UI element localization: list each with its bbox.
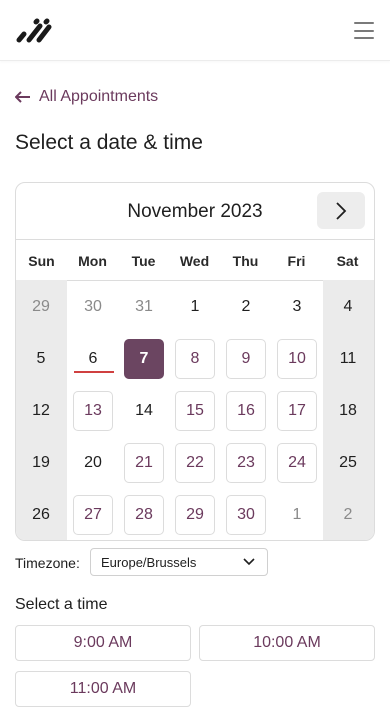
date-cell: 19 <box>32 454 50 471</box>
next-month-button[interactable] <box>317 192 365 229</box>
brand-logo-icon[interactable] <box>15 18 53 44</box>
page-title: Select a date & time <box>15 131 203 154</box>
date-cell[interactable]: 23 <box>226 443 266 483</box>
date-cell: 25 <box>339 454 357 471</box>
weekday-wed: Wed <box>179 253 210 269</box>
weekday-fri: Fri <box>287 253 306 269</box>
timezone-label: Timezone: <box>15 555 80 571</box>
hamburger-menu-icon[interactable] <box>354 22 374 39</box>
date-cell: 14 <box>135 402 153 419</box>
date-cell[interactable]: 8 <box>175 339 215 379</box>
weekday-header-row: Sun Mon Tue Wed Thu Fri Sat <box>16 240 374 281</box>
weekday-thu: Thu <box>232 253 259 269</box>
date-cell: 31 <box>135 298 153 315</box>
time-slot-11am[interactable]: 11:00 AM <box>15 671 191 707</box>
date-cell[interactable]: 27 <box>73 495 113 535</box>
chevron-down-icon <box>243 558 255 566</box>
date-cell: 2 <box>241 298 251 315</box>
time-section-label: Select a time <box>15 596 108 613</box>
date-cell[interactable]: 9 <box>226 339 266 379</box>
date-cell[interactable]: 10 <box>277 339 317 379</box>
weekday-sun: Sun <box>28 253 55 269</box>
top-bar <box>0 0 390 61</box>
time-slot-10am[interactable]: 10:00 AM <box>199 625 375 661</box>
date-cell: 26 <box>32 506 50 523</box>
date-cell: 5 <box>36 350 46 367</box>
weekday-sat: Sat <box>336 253 359 269</box>
date-cell: 29 <box>32 298 50 315</box>
date-cell[interactable]: 16 <box>226 391 266 431</box>
date-cell[interactable]: 15 <box>175 391 215 431</box>
weekday-mon: Mon <box>78 253 107 269</box>
date-cell[interactable]: 22 <box>175 443 215 483</box>
calendar: November 2023 Sun Mon Tue Wed Thu Fri Sat 29 30… <box>15 182 375 541</box>
date-cell: 1 <box>190 298 200 315</box>
date-cell: 18 <box>339 402 357 419</box>
date-cell[interactable]: 24 <box>277 443 317 483</box>
date-cell: 11 <box>339 350 357 367</box>
weekday-tue: Tue <box>131 253 156 269</box>
selected-date-cell[interactable]: 7 <box>124 339 164 379</box>
date-cell: 20 <box>84 454 102 471</box>
date-cell: 4 <box>343 298 353 315</box>
date-cell: 1 <box>292 506 302 523</box>
date-cell[interactable]: 21 <box>124 443 164 483</box>
timezone-value: Europe/Brussels <box>101 554 197 570</box>
date-cell[interactable]: 13 <box>73 391 113 431</box>
date-cell[interactable]: 17 <box>277 391 317 431</box>
date-cell: 12 <box>32 402 50 419</box>
arrow-left-icon <box>15 91 30 103</box>
date-cell: 3 <box>292 298 302 315</box>
date-cell: 30 <box>84 298 102 315</box>
today-marker <box>74 371 114 373</box>
time-slot-9am[interactable]: 9:00 AM <box>15 625 191 661</box>
timezone-select[interactable]: Europe/Brussels <box>90 548 268 576</box>
date-cell: 2 <box>343 506 353 523</box>
date-cell[interactable]: 29 <box>175 495 215 535</box>
back-link-all-appointments[interactable]: All Appointments <box>15 86 158 108</box>
chevron-right-icon <box>336 201 347 220</box>
calendar-header: November 2023 <box>16 183 374 240</box>
date-cell[interactable]: 30 <box>226 495 266 535</box>
date-cell: 6 <box>88 350 98 367</box>
date-cell[interactable]: 28 <box>124 495 164 535</box>
back-link-label: All Appointments <box>39 88 159 105</box>
